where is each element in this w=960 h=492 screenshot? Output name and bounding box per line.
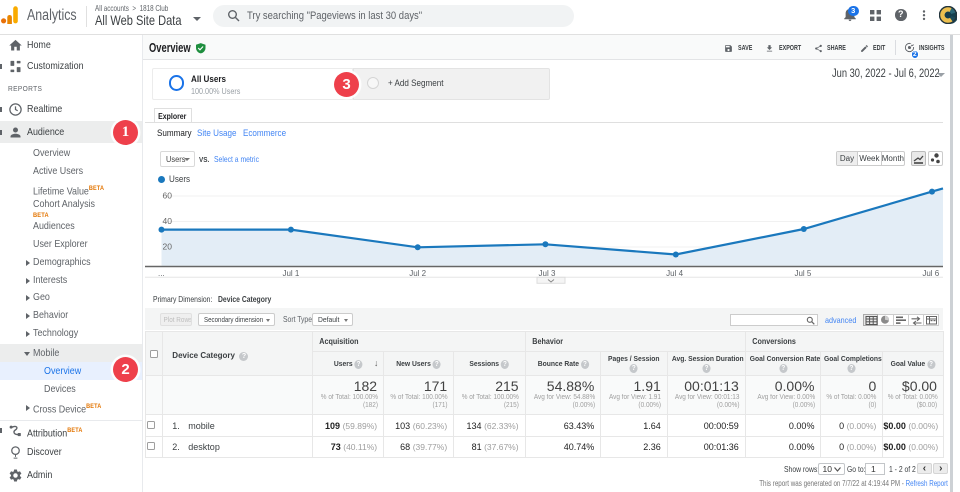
svg-text:Jul 5: Jul 5 (794, 269, 811, 278)
svg-text:...: ... (158, 269, 165, 278)
svg-text:40: 40 (163, 216, 173, 226)
svg-text:Jul 3: Jul 3 (539, 269, 556, 278)
svg-text:Jul 1: Jul 1 (282, 269, 299, 278)
svg-text:Jul 4: Jul 4 (666, 269, 683, 278)
svg-text:Jul 2: Jul 2 (409, 269, 426, 278)
svg-text:Jul 6: Jul 6 (922, 269, 939, 278)
svg-text:20: 20 (163, 242, 173, 252)
svg-text:60: 60 (163, 191, 173, 201)
